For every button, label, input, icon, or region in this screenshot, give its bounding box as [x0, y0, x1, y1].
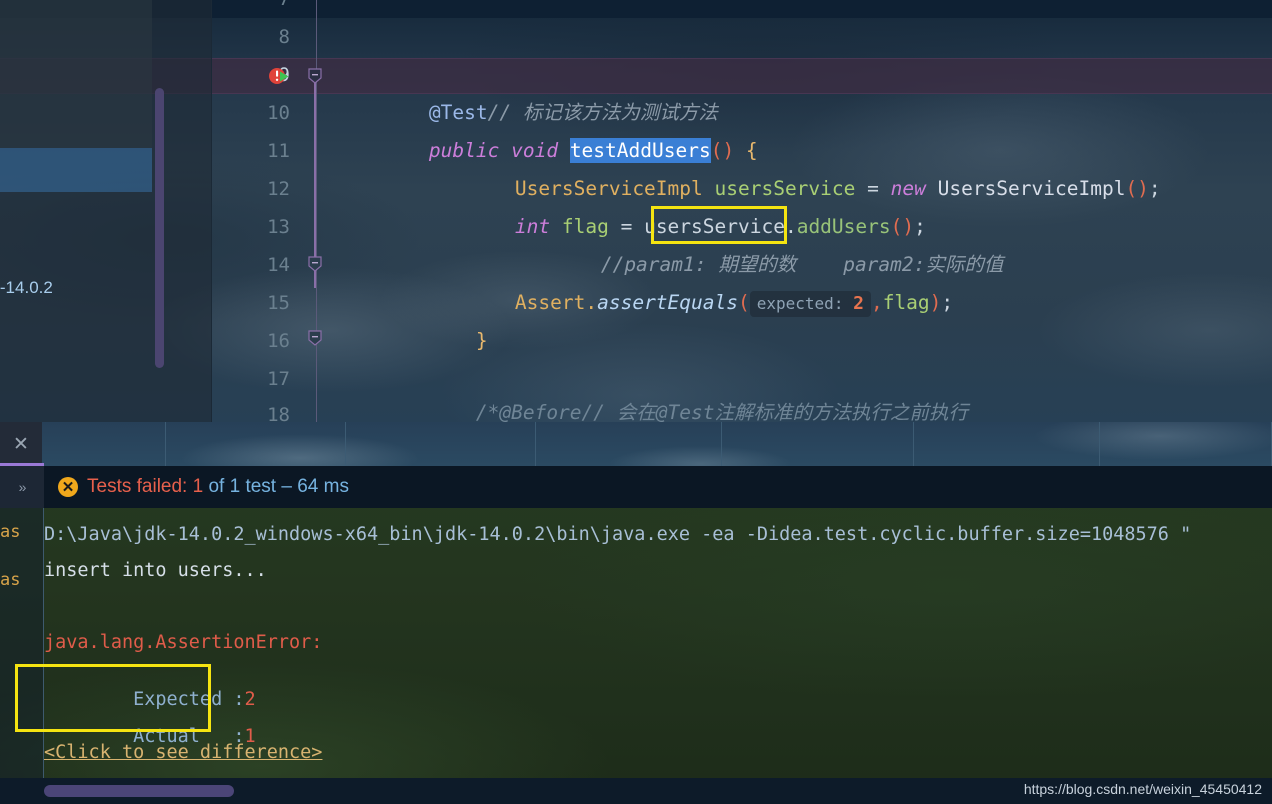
tab-segment[interactable]: [42, 422, 166, 466]
test-tree-rail[interactable]: » as as: [0, 466, 44, 804]
tab-segment[interactable]: [346, 422, 536, 466]
bottom-tab-strip[interactable]: ✕: [0, 422, 1272, 466]
tab-segment[interactable]: [722, 422, 914, 466]
total-tests: 1 test: [229, 476, 277, 497]
tab-segment[interactable]: [166, 422, 346, 466]
watermark-url: https://blog.csdn.net/weixin_45450412: [1023, 781, 1262, 797]
test-duration: 64 ms: [297, 476, 349, 497]
popup-selected-row[interactable]: [0, 148, 152, 192]
line-number: 7: [230, 0, 290, 18]
chevron-right-double-icon: »: [18, 479, 27, 495]
overlay-popup-panel[interactable]: ows-x64_bin\jdk-14.0.2 root: [0, 0, 212, 422]
popup-upper-area: [0, 0, 152, 148]
horizontal-scrollbar[interactable]: [44, 785, 234, 797]
test-status-header: ✕ Tests failed: 1 of 1 test – 64 ms: [44, 466, 1272, 508]
console-line-output: insert into users...: [44, 560, 267, 581]
test-run-panel[interactable]: » as as ✕ Tests failed: 1 of 1 test – 64…: [0, 466, 1272, 804]
close-icon: ✕: [13, 433, 29, 455]
status-bar: https://blog.csdn.net/weixin_45450412: [0, 778, 1272, 804]
dash-separator: –: [281, 476, 292, 497]
console-line-command: D:\Java\jdk-14.0.2_windows-x64_bin\jdk-1…: [44, 524, 1192, 545]
tab-segment[interactable]: [536, 422, 722, 466]
console-output[interactable]: D:\Java\jdk-14.0.2_windows-x64_bin\jdk-1…: [44, 508, 1272, 804]
tab-segment[interactable]: [1100, 422, 1272, 466]
popup-path-text: ows-x64_bin\jdk-14.0.2: [0, 278, 53, 297]
code-editor[interactable]: 7 8 9 10 11 12 13 14 15 16 17 18: [0, 0, 1272, 422]
rail-item-label[interactable]: as: [0, 522, 20, 542]
expand-tree-button[interactable]: »: [0, 466, 44, 508]
rail-item-label[interactable]: as: [0, 570, 20, 590]
of-text: of: [208, 476, 225, 497]
close-tab-button[interactable]: ✕: [0, 422, 42, 466]
popup-vertical-scrollbar[interactable]: [155, 88, 164, 368]
failed-count: 1: [192, 476, 204, 497]
ide-window: 7 8 9 10 11 12 13 14 15 16 17 18: [0, 0, 1272, 804]
test-status-label: Tests failed:: [87, 476, 188, 497]
console-line-error: java.lang.AssertionError:: [44, 632, 323, 653]
error-circle-icon: ✕: [58, 477, 78, 497]
tab-segment[interactable]: [914, 422, 1100, 466]
see-difference-link[interactable]: <Click to see difference>: [44, 742, 322, 763]
